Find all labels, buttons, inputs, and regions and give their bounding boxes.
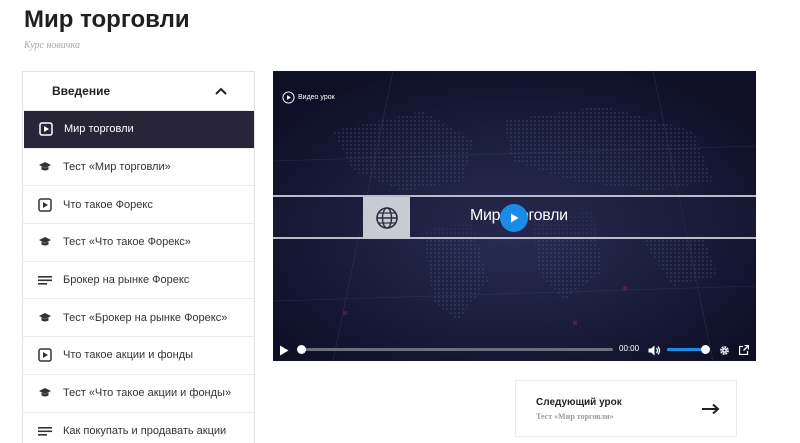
- next-lesson-card[interactable]: Следующий урок Тест «Мир торговли»: [515, 380, 737, 437]
- section-header-intro[interactable]: Введение: [23, 72, 254, 111]
- play-button[interactable]: [500, 204, 528, 232]
- text-lines-icon: [37, 272, 53, 288]
- lesson-item[interactable]: Тест «Брокер на рынке Форекс»: [23, 299, 254, 338]
- play-icon[interactable]: [278, 344, 290, 356]
- lesson-item[interactable]: Брокер на рынке Форекс: [23, 262, 254, 300]
- lesson-item-active[interactable]: Мир торговли: [24, 111, 254, 149]
- volume-fill: [667, 348, 705, 351]
- graduation-cap-icon: [37, 159, 53, 175]
- next-lesson-label: Следующий урок: [536, 397, 622, 408]
- lesson-label: Брокер на рынке Форекс: [63, 274, 190, 287]
- play-icon: [511, 213, 519, 223]
- lesson-label: Тест «Брокер на рынке Форекс»: [63, 311, 228, 324]
- video-player[interactable]: Видео урок Мир торговли 00:00: [273, 71, 756, 361]
- lesson-sidebar: Введение Мир торговли Тест «Мир торговли…: [22, 71, 255, 443]
- fullscreen-icon[interactable]: [738, 344, 750, 356]
- progress-bar[interactable]: [297, 345, 613, 354]
- video-badge-label: Видео урок: [298, 94, 335, 101]
- lesson-label: Как покупать и продавать акции: [63, 424, 227, 437]
- lesson-item[interactable]: Что такое Форекс: [23, 186, 254, 225]
- graduation-cap-icon: [37, 310, 53, 326]
- lesson-item[interactable]: Тест «Что такое акции и фонды»: [23, 375, 254, 413]
- lesson-label: Мир торговли: [64, 123, 134, 136]
- lesson-item[interactable]: Как покупать и продавать акции: [23, 413, 254, 443]
- chevron-up-icon[interactable]: [214, 84, 228, 98]
- page-title: Мир торговли: [24, 6, 190, 33]
- section-title: Введение: [52, 84, 111, 98]
- video-icon: [38, 121, 54, 137]
- video-lesson-badge: Видео урок: [282, 91, 335, 104]
- page-subtitle: Курс новичка: [24, 40, 80, 51]
- lesson-label: Тест «Что такое Форекс»: [63, 236, 191, 249]
- settings-gear-icon[interactable]: [718, 344, 730, 356]
- lesson-label: Тест «Мир торговли»: [63, 161, 171, 174]
- lesson-label: Тест «Что такое акции и фонды»: [63, 387, 232, 400]
- graduation-cap-icon: [37, 234, 53, 250]
- volume-slider[interactable]: [667, 345, 710, 354]
- globe-icon: [363, 197, 410, 239]
- next-lesson-title: Тест «Мир торговли»: [536, 412, 614, 421]
- player-controls: 00:00: [273, 339, 756, 361]
- lesson-label: Что такое акции и фонды: [63, 349, 194, 362]
- text-lines-icon: [37, 423, 53, 439]
- lesson-label: Что такое Форекс: [63, 198, 153, 211]
- lesson-item[interactable]: Тест «Что такое Форекс»: [23, 224, 254, 262]
- lesson-item[interactable]: Что такое акции и фонды: [23, 337, 254, 375]
- play-circle-icon: [282, 91, 295, 104]
- graduation-cap-icon: [37, 385, 53, 401]
- volume-icon[interactable]: [647, 344, 661, 356]
- volume-handle[interactable]: [701, 345, 710, 354]
- lesson-item[interactable]: Тест «Мир торговли»: [23, 149, 254, 187]
- video-icon: [37, 347, 53, 363]
- video-icon: [37, 197, 53, 213]
- time-readout: 00:00: [619, 344, 640, 353]
- progress-handle[interactable]: [297, 345, 306, 354]
- arrow-right-icon: [702, 403, 720, 415]
